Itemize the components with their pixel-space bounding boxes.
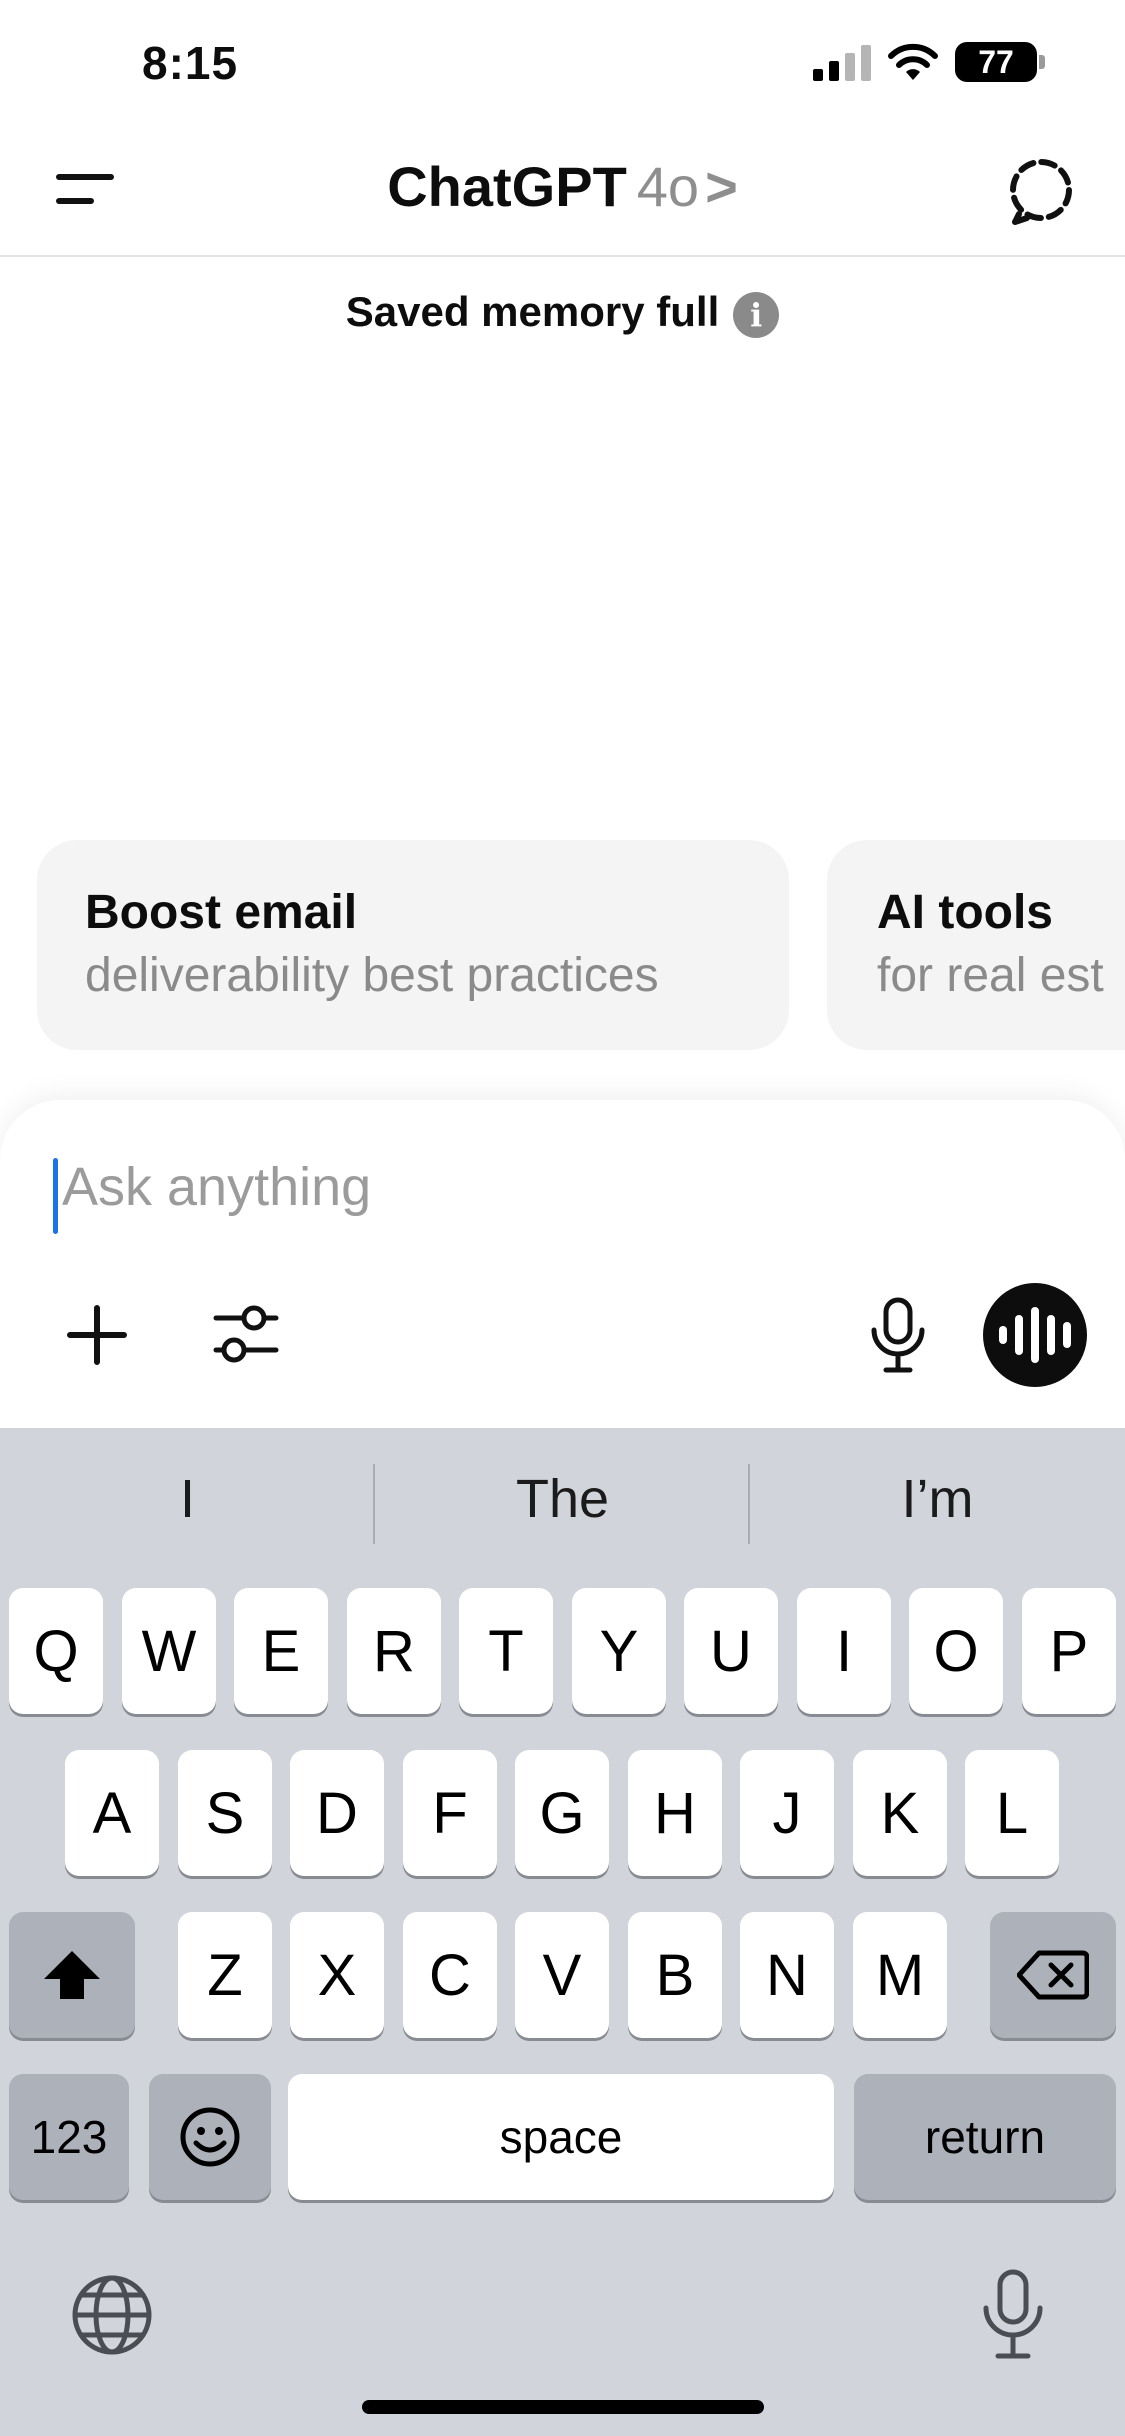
model-selector[interactable]: ChatGPT 4o > [0, 154, 1125, 219]
suggestion-card[interactable]: Boost email deliverability best practice… [37, 840, 789, 1050]
key-y[interactable]: Y [572, 1588, 666, 1714]
cellular-signal-icon [813, 43, 871, 81]
suggestion-subtitle: for real est [877, 949, 1104, 1002]
key-e[interactable]: E [234, 1588, 328, 1714]
key-g[interactable]: G [515, 1750, 609, 1876]
key-w[interactable]: W [122, 1588, 216, 1714]
status-time: 8:15 [142, 37, 239, 89]
key-h[interactable]: H [628, 1750, 722, 1876]
header-bar: ChatGPT 4o > [0, 120, 1125, 257]
key-j[interactable]: J [740, 1750, 834, 1876]
backspace-key[interactable] [990, 1912, 1116, 2038]
voice-mode-button[interactable] [983, 1283, 1087, 1387]
key-n[interactable]: N [740, 1912, 834, 2038]
suggestion-subtitle: deliverability best practices [85, 949, 659, 1002]
key-t[interactable]: T [459, 1588, 553, 1714]
key-s[interactable]: S [178, 1750, 272, 1876]
battery-icon: 77 [955, 42, 1045, 82]
key-f[interactable]: F [403, 1750, 497, 1876]
wifi-icon [888, 43, 938, 80]
plus-icon[interactable] [62, 1300, 132, 1370]
sliders-icon[interactable] [210, 1298, 282, 1370]
key-a[interactable]: A [65, 1750, 159, 1876]
key-c[interactable]: C [403, 1912, 497, 2038]
key-r[interactable]: R [347, 1588, 441, 1714]
key-q[interactable]: Q [9, 1588, 103, 1714]
space-key[interactable]: space [288, 2074, 834, 2200]
key-m[interactable]: M [853, 1912, 947, 2038]
key-p[interactable]: P [1022, 1588, 1116, 1714]
battery-level: 77 [978, 43, 1014, 80]
microphone-icon[interactable] [866, 1296, 930, 1374]
memory-notice-text: Saved memory full [345, 288, 720, 335]
key-b[interactable]: B [628, 1912, 722, 2038]
model-label: 4o [636, 155, 700, 218]
key-i[interactable]: I [797, 1588, 891, 1714]
app-title: ChatGPT [387, 155, 627, 218]
status-icons: 77 [813, 42, 1045, 82]
voice-wave-icon [999, 1307, 1071, 1363]
shift-key[interactable] [9, 1912, 135, 2038]
chevron-right-icon: > [705, 155, 738, 218]
new-chat-icon[interactable] [1005, 156, 1077, 228]
key-z[interactable]: Z [178, 1912, 272, 2038]
return-key[interactable]: return [854, 2074, 1116, 2200]
suggestion-title: AI tools [877, 886, 1053, 939]
memory-notice: Saved memory full i [0, 288, 1125, 338]
key-d[interactable]: D [290, 1750, 384, 1876]
prediction-3[interactable]: I’m [750, 1468, 1125, 1530]
keyboard: I The I’m Q W E R T Y U I O P A S D F G … [0, 1428, 1125, 2436]
shift-icon [44, 1951, 100, 1999]
suggestion-title: Boost email [85, 886, 358, 939]
key-k[interactable]: K [853, 1750, 947, 1876]
numbers-key[interactable]: 123 [9, 2074, 129, 2200]
prediction-1[interactable]: I [0, 1468, 375, 1530]
text-caret [53, 1158, 58, 1234]
prompt-input[interactable] [62, 1156, 962, 1218]
key-l[interactable]: L [965, 1750, 1059, 1876]
globe-icon[interactable] [70, 2273, 154, 2357]
emoji-icon [180, 2107, 240, 2167]
dictation-mic-icon[interactable] [978, 2268, 1048, 2362]
key-u[interactable]: U [684, 1588, 778, 1714]
backspace-icon [1017, 1950, 1089, 2000]
key-x[interactable]: X [290, 1912, 384, 2038]
key-v[interactable]: V [515, 1912, 609, 2038]
info-icon[interactable]: i [733, 291, 780, 338]
prediction-2[interactable]: The [375, 1468, 750, 1530]
home-indicator [362, 2400, 764, 2414]
suggestion-card[interactable]: AI tools for real est [827, 840, 1125, 1050]
emoji-key[interactable] [149, 2074, 271, 2200]
key-o[interactable]: O [909, 1588, 1003, 1714]
composer [0, 1100, 1125, 1430]
